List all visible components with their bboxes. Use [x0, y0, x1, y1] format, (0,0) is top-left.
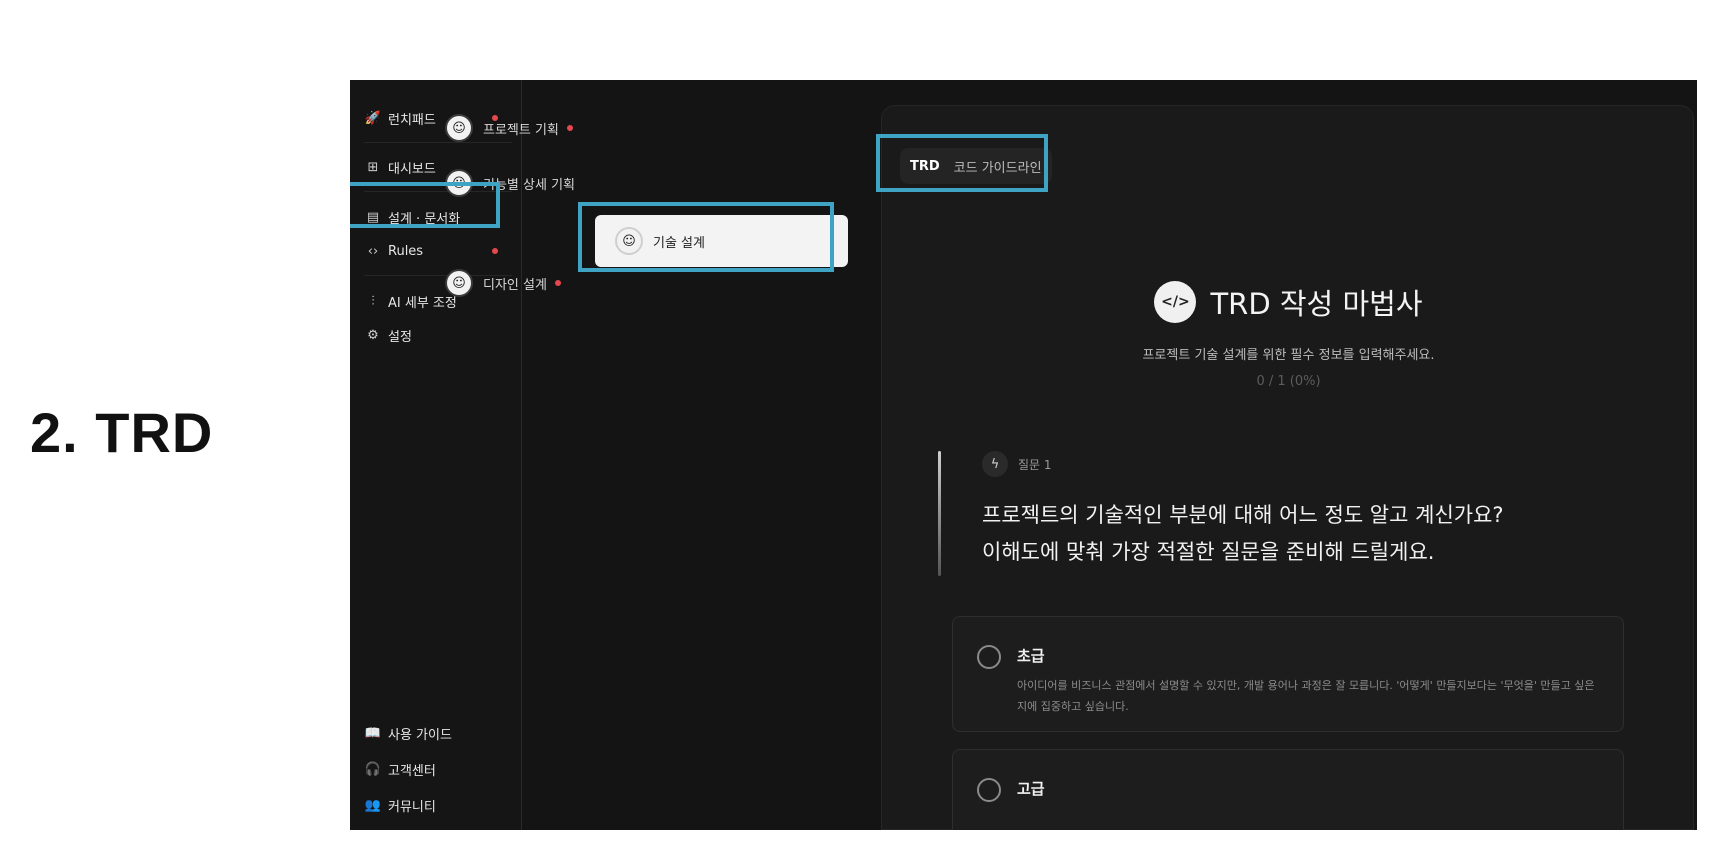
wizard-subtitle: 프로젝트 기술 설계를 위한 필수 정보를 입력해주세요.: [1142, 348, 1435, 363]
question-accent-bar: [938, 451, 941, 576]
sidebar-item-support[interactable]: 🎧 고객센터: [364, 756, 512, 782]
sidebar-item-settings[interactable]: ⚙ 설정: [364, 322, 512, 348]
doc-item-project-plan[interactable]: ☺ 프로젝트 기획: [445, 113, 573, 143]
slide-title: 2. TRD: [30, 401, 214, 464]
doc-item-tech-design[interactable]: ☺ 기술 설계: [595, 215, 848, 267]
sidebar-item-label: 대시보드: [388, 161, 436, 177]
rocket-icon: 🚀: [364, 110, 382, 126]
sidebar-item-design-docs[interactable]: ▤ 설계 · 문서화: [364, 204, 512, 230]
notification-dot: [566, 125, 573, 131]
option-beginner[interactable]: 초급 아이디어를 비즈니스 관점에서 설명할 수 있지만, 개발 용어나 과정은…: [952, 616, 1624, 732]
question-number: 질문 1: [1018, 457, 1052, 472]
headset-icon: 🎧: [364, 761, 382, 777]
code-icon: ‹›: [367, 243, 379, 259]
notification-dot: [492, 248, 498, 254]
gear-icon: ⚙: [367, 327, 379, 343]
main-panel: TRD 코드 가이드라인 </> TRD 작성 마법사 프로젝트 기술 설계를 …: [881, 105, 1694, 830]
question-tag: ϟ 질문 1: [982, 451, 1052, 477]
avatar-icon: ☺: [445, 169, 473, 197]
option-title: 초급: [1017, 647, 1045, 665]
users-icon: 👥: [364, 797, 382, 813]
avatar-icon: ☺: [615, 227, 643, 255]
option-title: 고급: [1017, 780, 1045, 798]
wizard-header: </> TRD 작성 마법사: [882, 281, 1695, 323]
sidebar-item-label: 커뮤니티: [388, 799, 436, 815]
sliders-icon: ⫶: [371, 293, 375, 309]
sidebar-item-community[interactable]: 👥 커뮤니티: [364, 792, 512, 818]
wizard-title: TRD 작성 마법사: [1210, 287, 1423, 321]
sidebar-item-guide[interactable]: 📖 사용 가이드: [364, 720, 512, 746]
app-window: 🚀 런치패드 ⊞ 대시보드 ▤ 설계 · 문서화 ‹› Rules ⫶ AI 세…: [350, 80, 1697, 830]
doc-item-label: 기능별 상세 기획: [483, 177, 575, 193]
doc-item-label: 디자인 설계: [483, 277, 547, 293]
notification-dot: [554, 280, 561, 286]
question-text-line1: 프로젝트의 기술적인 부분에 대해 어느 정도 알고 계신가요?: [982, 503, 1504, 527]
code-icon: </>: [1154, 281, 1197, 323]
option-advanced[interactable]: 고급: [952, 749, 1624, 830]
doc-tabs: TRD 코드 가이드라인: [900, 148, 1052, 184]
grid-icon: ⊞: [367, 159, 379, 175]
doc-item-label: 기술 설계: [653, 235, 705, 251]
wizard-progress: 0 / 1 (0%): [1256, 374, 1321, 389]
document-icon: ▤: [366, 209, 380, 225]
doc-item-feature-plan[interactable]: ☺ 기능별 상세 기획: [445, 168, 575, 198]
doc-item-ui-design[interactable]: ☺ 디자인 설계: [445, 268, 561, 298]
avatar-icon: ☺: [445, 269, 473, 297]
sidebar-item-label: 고객센터: [388, 763, 436, 779]
question-text-line2: 이해도에 맞춰 가장 적절한 질문을 준비해 드릴게요.: [982, 540, 1435, 564]
option-description: 아이디어를 비즈니스 관점에서 설명할 수 있지만, 개발 용어나 과정은 잘 …: [1017, 679, 1595, 713]
avatar-icon: ☺: [445, 114, 473, 142]
book-icon: 📖: [364, 725, 382, 741]
tab-code-guideline[interactable]: 코드 가이드라인: [954, 157, 1042, 176]
tab-trd[interactable]: TRD: [910, 159, 940, 174]
sidebar-item-label: Rules: [388, 243, 424, 259]
sidebar-item-label: 사용 가이드: [388, 727, 452, 743]
sidebar-item-label: 런치패드: [388, 112, 436, 128]
sidebar-item-label: 설계 · 문서화: [388, 211, 461, 227]
lightning-icon: ϟ: [982, 451, 1008, 477]
radio-button[interactable]: [977, 778, 1001, 802]
radio-button[interactable]: [977, 645, 1001, 669]
sidebar-item-label: 설정: [388, 329, 412, 345]
sidebar-item-rules[interactable]: ‹› Rules: [364, 238, 512, 264]
doc-item-label: 프로젝트 기획: [483, 122, 559, 138]
